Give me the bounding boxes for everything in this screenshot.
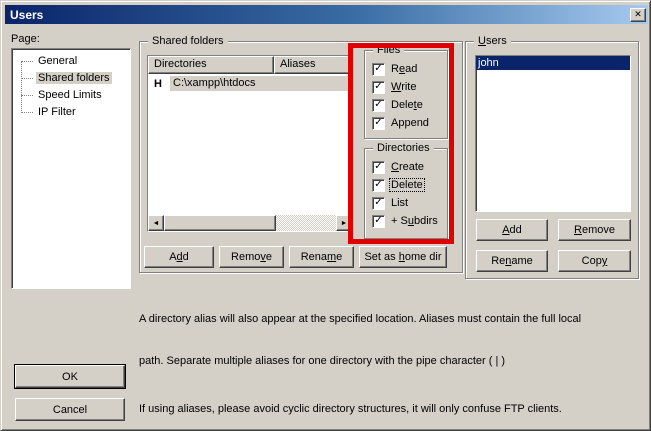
files-permissions-group: Files ✓ Read ✓ Write ✓ Delete ✓ Append bbox=[364, 50, 448, 139]
directories-listview: Directories Aliases H C:\xampp\htdocs ◄ … bbox=[147, 55, 353, 232]
close-button[interactable]: ✕ bbox=[630, 8, 646, 22]
checkmark-icon: ✓ bbox=[374, 118, 382, 128]
files-append-row: ✓ Append bbox=[372, 116, 430, 130]
listview-body: H C:\xampp\htdocs bbox=[148, 74, 352, 215]
remove-user-button[interactable]: Remove bbox=[558, 219, 631, 241]
window-title: Users bbox=[5, 8, 630, 22]
home-marker: H bbox=[154, 78, 166, 90]
write-label[interactable]: Write bbox=[390, 81, 417, 93]
page-list: General Shared folders Speed Limits IP F… bbox=[11, 48, 131, 289]
subdirs-label[interactable]: + Subdirs bbox=[390, 215, 439, 227]
delete-file-label[interactable]: Delete bbox=[390, 99, 424, 111]
scroll-right-button[interactable]: ► bbox=[336, 215, 352, 231]
checkmark-icon: ✓ bbox=[374, 162, 382, 172]
directories-group-label: Directories bbox=[373, 142, 434, 155]
append-label[interactable]: Append bbox=[390, 117, 430, 129]
scrollbar-track[interactable] bbox=[276, 215, 336, 231]
directory-path: C:\xampp\htdocs bbox=[170, 76, 352, 91]
read-label[interactable]: Read bbox=[390, 63, 418, 75]
write-checkbox[interactable]: ✓ bbox=[372, 81, 385, 94]
cancel-button[interactable]: Cancel bbox=[15, 398, 125, 421]
dirs-subdirs-row: ✓ + Subdirs bbox=[372, 214, 439, 228]
directory-row[interactable]: H C:\xampp\htdocs bbox=[148, 76, 352, 91]
alias-help-line2: path. Separate multiple aliases for one … bbox=[139, 354, 581, 368]
dirs-create-row: ✓ Create bbox=[372, 160, 425, 174]
files-read-row: ✓ Read bbox=[372, 62, 418, 76]
files-write-row: ✓ Write bbox=[372, 80, 417, 94]
rename-directory-button[interactable]: Rename bbox=[289, 246, 354, 268]
listview-header: Directories Aliases bbox=[148, 56, 352, 74]
list-label[interactable]: List bbox=[390, 197, 409, 209]
remove-directory-button[interactable]: Remove bbox=[219, 246, 284, 268]
alias-help-text: A directory alias will also appear at th… bbox=[139, 284, 581, 431]
checkmark-icon: ✓ bbox=[374, 180, 382, 190]
checkmark-icon: ✓ bbox=[374, 216, 382, 226]
scroll-left-icon: ◄ bbox=[153, 220, 160, 227]
read-checkbox[interactable]: ✓ bbox=[372, 63, 385, 76]
alias-help-line3: If using aliases, please avoid cyclic di… bbox=[139, 402, 581, 416]
list-checkbox[interactable]: ✓ bbox=[372, 197, 385, 210]
files-group-label: Files bbox=[373, 44, 404, 57]
dirs-delete-row: ✓ Delete bbox=[372, 178, 424, 192]
page-tree: General Shared folders Speed Limits IP F… bbox=[12, 49, 130, 121]
delete-dir-label[interactable]: Delete bbox=[390, 179, 424, 191]
tree-item-speed-limits[interactable]: Speed Limits bbox=[12, 87, 130, 104]
close-icon: ✕ bbox=[634, 10, 642, 19]
tree-item-general[interactable]: General bbox=[12, 53, 130, 70]
files-delete-row: ✓ Delete bbox=[372, 98, 424, 112]
delete-file-checkbox[interactable]: ✓ bbox=[372, 99, 385, 112]
page-label: Page: bbox=[11, 33, 40, 45]
checkmark-icon: ✓ bbox=[374, 100, 382, 110]
checkmark-icon: ✓ bbox=[374, 198, 382, 208]
user-item-john[interactable]: john bbox=[476, 56, 630, 70]
users-group: Users john Add Remove Rename Copy bbox=[465, 41, 639, 279]
alias-help-line1: A directory alias will also appear at th… bbox=[139, 312, 581, 326]
scroll-left-button[interactable]: ◄ bbox=[148, 215, 164, 231]
tree-item-ip-filter[interactable]: IP Filter bbox=[12, 104, 130, 121]
checkmark-icon: ✓ bbox=[374, 64, 382, 74]
set-as-home-dir-button[interactable]: Set as home dir bbox=[359, 246, 447, 268]
add-directory-button[interactable]: Add bbox=[144, 246, 214, 268]
append-checkbox[interactable]: ✓ bbox=[372, 117, 385, 130]
create-label[interactable]: Create bbox=[390, 161, 425, 173]
scroll-right-icon: ► bbox=[341, 220, 348, 227]
users-list: john bbox=[475, 55, 631, 212]
dirs-list-row: ✓ List bbox=[372, 196, 409, 210]
add-user-button[interactable]: Add bbox=[476, 219, 548, 241]
column-header-directories[interactable]: Directories bbox=[148, 56, 274, 74]
users-group-label: Users bbox=[474, 35, 511, 48]
users-dialog: Users ✕ Page: General Shared folders Spe… bbox=[0, 0, 651, 431]
subdirs-checkbox[interactable]: ✓ bbox=[372, 215, 385, 228]
ok-button[interactable]: OK bbox=[15, 365, 125, 388]
rename-user-button[interactable]: Rename bbox=[476, 250, 548, 272]
shared-folders-group-label: Shared folders bbox=[148, 35, 228, 48]
copy-user-button[interactable]: Copy bbox=[558, 250, 631, 272]
title-bar: Users ✕ bbox=[5, 5, 648, 24]
tree-item-shared-folders[interactable]: Shared folders bbox=[12, 70, 130, 87]
column-header-aliases[interactable]: Aliases bbox=[274, 56, 352, 74]
delete-dir-checkbox[interactable]: ✓ bbox=[372, 179, 385, 192]
checkmark-icon: ✓ bbox=[374, 82, 382, 92]
create-checkbox[interactable]: ✓ bbox=[372, 161, 385, 174]
directories-permissions-group: Directories ✓ Create ✓ Delete ✓ List ✓ +… bbox=[364, 148, 448, 239]
horizontal-scrollbar[interactable]: ◄ ► bbox=[148, 215, 352, 231]
scrollbar-thumb[interactable] bbox=[164, 215, 276, 231]
